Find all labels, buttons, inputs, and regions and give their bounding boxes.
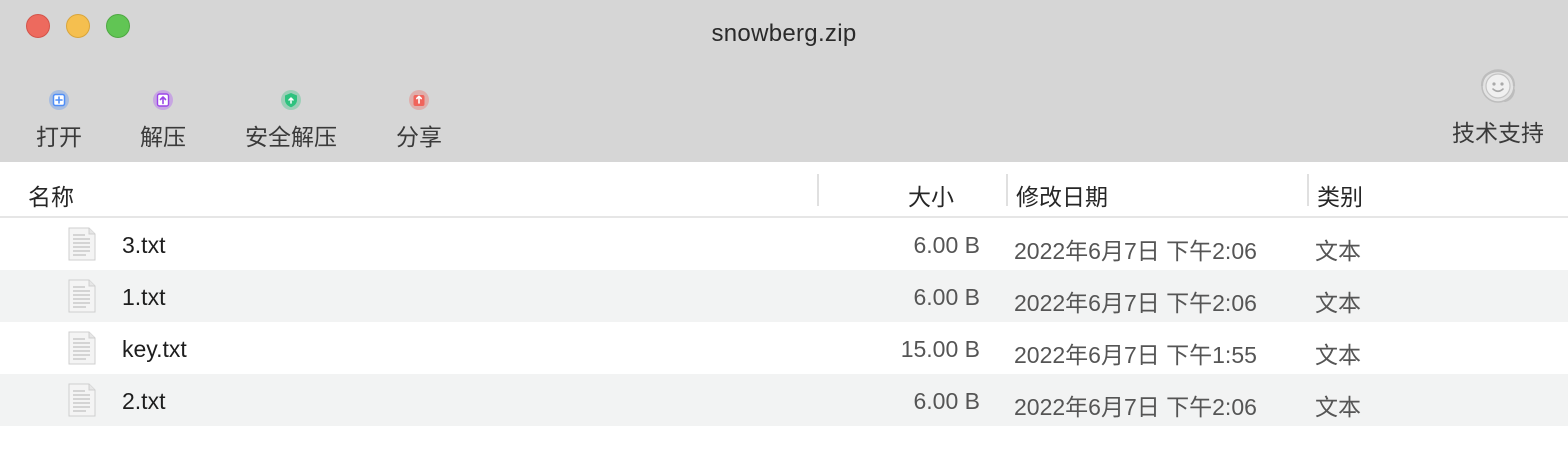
column-header-kind[interactable]: 类别 (1317, 178, 1363, 212)
share-icon (409, 90, 429, 110)
file-list: 3.txt 6.00 B 2022年6月7日 下午2:06 文本 1.txt 6… (0, 218, 1568, 426)
secure-extract-button[interactable]: 安全解压 (240, 88, 342, 152)
tech-support-button[interactable]: 技术支持 (1446, 64, 1550, 148)
file-date: 2022年6月7日 下午2:06 (1014, 238, 1257, 264)
open-button[interactable]: 打开 (30, 88, 88, 152)
file-kind: 文本 (1315, 394, 1361, 420)
column-header-date[interactable]: 修改日期 (1016, 178, 1108, 212)
file-size: 15.00 B (900, 336, 980, 362)
file-date: 2022年6月7日 下午2:06 (1014, 290, 1257, 316)
file-kind: 文本 (1315, 342, 1361, 368)
file-date: 2022年6月7日 下午1:55 (1014, 342, 1257, 368)
share-button[interactable]: 分享 (390, 88, 448, 152)
text-file-icon (68, 383, 96, 417)
column-divider[interactable] (1307, 174, 1309, 206)
secure-extract-label: 安全解压 (245, 124, 337, 150)
file-row[interactable]: 3.txt 6.00 B 2022年6月7日 下午2:06 文本 (0, 218, 1568, 270)
file-kind: 文本 (1315, 290, 1361, 316)
open-icon (49, 90, 69, 110)
secure-extract-icon (281, 90, 301, 110)
file-name: key.txt (122, 336, 187, 362)
file-name: 1.txt (122, 284, 166, 310)
file-date: 2022年6月7日 下午2:06 (1014, 394, 1257, 420)
file-name: 3.txt (122, 232, 166, 258)
text-file-icon (68, 331, 96, 365)
file-list-header: 名称 大小 修改日期 类别 (0, 162, 1568, 218)
file-kind: 文本 (1315, 238, 1361, 264)
extract-button[interactable]: 解压 (134, 88, 192, 152)
tech-support-label: 技术支持 (1452, 120, 1544, 146)
file-name: 2.txt (122, 388, 166, 414)
extract-icon (153, 90, 173, 110)
column-header-size[interactable]: 大小 (908, 178, 954, 212)
file-size: 6.00 B (913, 232, 981, 258)
extract-label: 解压 (140, 124, 186, 150)
column-divider[interactable] (817, 174, 819, 206)
text-file-icon (68, 227, 96, 261)
file-size: 6.00 B (913, 284, 981, 310)
title-bar: snowberg.zip 打开 解压 安全解压 分享 技术支持 (0, 0, 1568, 162)
column-header-name[interactable]: 名称 (28, 178, 74, 212)
share-label: 分享 (396, 124, 442, 150)
file-size: 6.00 B (913, 388, 981, 414)
headset-support-icon (1480, 69, 1516, 103)
file-row[interactable]: 1.txt 6.00 B 2022年6月7日 下午2:06 文本 (0, 270, 1568, 322)
window-title: snowberg.zip (711, 20, 857, 47)
column-divider[interactable] (1006, 174, 1008, 206)
file-row[interactable]: key.txt 15.00 B 2022年6月7日 下午1:55 文本 (0, 322, 1568, 374)
open-label: 打开 (36, 124, 82, 150)
text-file-icon (68, 279, 96, 313)
file-row[interactable]: 2.txt 6.00 B 2022年6月7日 下午2:06 文本 (0, 374, 1568, 426)
